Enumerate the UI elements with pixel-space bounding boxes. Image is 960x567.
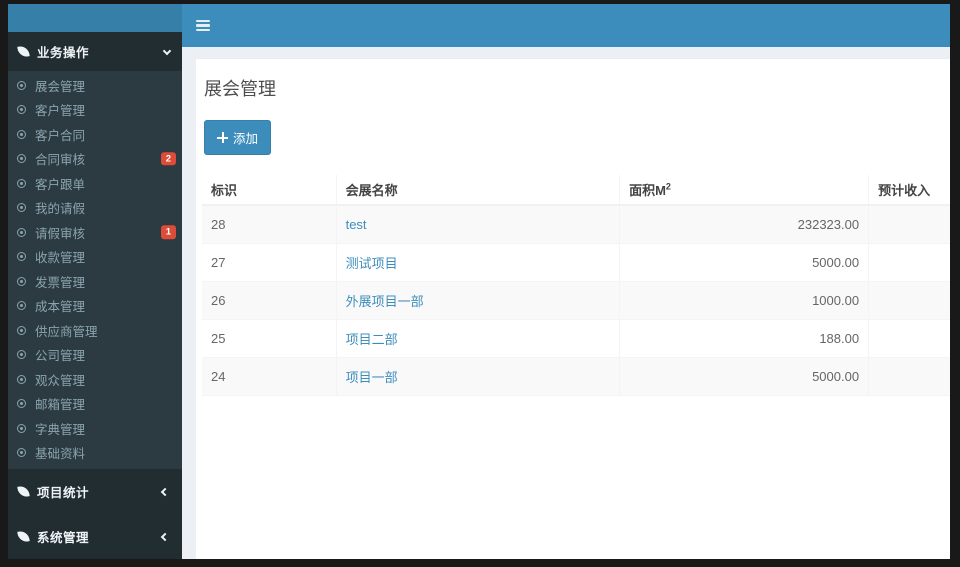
sidebar-logo-area	[8, 4, 182, 32]
dot-circle-icon	[17, 129, 26, 139]
sidebar-item-cost-mgmt[interactable]: 成本管理	[8, 294, 182, 319]
chevron-left-icon	[160, 487, 170, 496]
cell-id: 28	[202, 205, 337, 244]
table-row: 28 test 232323.00 3232.00 内展项目	[202, 205, 950, 244]
table-row: 27 测试项目 5000.00 100000.00 内展项目	[202, 243, 950, 282]
dot-circle-icon	[17, 252, 26, 262]
dot-circle-icon	[17, 399, 26, 409]
sidebar: 业务操作 展会管理 客户管理 客户合同 合同审核 2 客户跟单 我的请假 请假审…	[8, 4, 182, 559]
table-header-row: 标识 会展名称 面积M2 预计收入 实施部门	[202, 175, 950, 206]
cell-area: 5000.00	[619, 357, 870, 396]
exhibition-link[interactable]: 测试项目	[346, 256, 398, 271]
exhibition-link[interactable]: test	[346, 217, 367, 232]
table-row: 26 外展项目一部 1000.00 10000.00 外展项目	[202, 281, 950, 320]
cell-area: 232323.00	[619, 205, 870, 244]
content-panel: 展会管理 添加 标识 会展名称 面积M2 预计收入 28 test 232323…	[196, 58, 950, 559]
header-income: 预计收入	[868, 175, 950, 206]
sidebar-item-payment-mgmt[interactable]: 收款管理	[8, 245, 182, 270]
sidebar-item-customer-contract[interactable]: 客户合同	[8, 122, 182, 147]
exhibitions-table: 标识 会展名称 面积M2 预计收入 实施部门 28 test 232323.00	[202, 175, 950, 396]
chevron-down-icon	[162, 46, 172, 55]
sidebar-toggle-icon[interactable]	[196, 18, 214, 34]
cell-income: 10000.00	[868, 319, 950, 358]
cell-area: 1000.00	[619, 281, 870, 320]
main-area: 展会管理 添加 标识 会展名称 面积M2 预计收入 28 test 232323…	[182, 4, 950, 559]
header-area: 面积M2	[619, 175, 870, 206]
dot-circle-icon	[17, 178, 26, 188]
cell-id: 25	[202, 319, 337, 358]
dot-circle-icon	[17, 374, 26, 384]
sidebar-item-customer-mgmt[interactable]: 客户管理	[8, 98, 182, 123]
cell-area: 188.00	[619, 319, 870, 358]
sidebar-item-contract-review[interactable]: 合同审核 2	[8, 147, 182, 172]
dot-circle-icon	[17, 105, 26, 115]
exhibition-link[interactable]: 外展项目一部	[346, 294, 424, 309]
dot-circle-icon	[17, 154, 26, 164]
notification-badge: 1	[160, 225, 176, 239]
section-label: 系统管理	[37, 531, 90, 545]
sidebar-item-invoice-mgmt[interactable]: 发票管理	[8, 269, 182, 294]
header-name: 会展名称	[335, 175, 621, 206]
table-row: 24 项目一部 5000.00 100000.00 内展项目	[202, 357, 950, 396]
add-button[interactable]: 添加	[204, 120, 272, 155]
section-label: 项目统计	[37, 486, 90, 500]
sidebar-section-business-ops[interactable]: 业务操作	[8, 32, 182, 71]
sidebar-item-exhibition-mgmt[interactable]: 展会管理	[8, 73, 182, 98]
dot-circle-icon	[17, 448, 26, 458]
sidebar-item-basic-data[interactable]: 基础资料	[8, 441, 182, 466]
dot-circle-icon	[17, 350, 26, 360]
leaf-icon	[17, 45, 30, 58]
business-submenu: 展会管理 客户管理 客户合同 合同审核 2 客户跟单 我的请假 请假审核 1 收…	[8, 71, 182, 469]
notification-badge: 2	[160, 152, 176, 166]
content-area: 展会管理 添加 标识 会展名称 面积M2 预计收入 28 test 232323…	[182, 47, 950, 559]
header-id: 标识	[202, 175, 337, 206]
dot-circle-icon	[17, 423, 26, 433]
dot-circle-icon	[17, 325, 26, 335]
sidebar-item-my-leave[interactable]: 我的请假	[8, 196, 182, 221]
cell-id: 26	[202, 281, 337, 320]
cell-income: 3232.00	[868, 205, 950, 244]
sidebar-item-customer-followup[interactable]: 客户跟单	[8, 171, 182, 196]
cell-income: 100000.00	[868, 357, 950, 396]
sidebar-item-email-mgmt[interactable]: 邮箱管理	[8, 392, 182, 417]
add-button-label: 添加	[233, 132, 259, 146]
dot-circle-icon	[17, 203, 26, 213]
chevron-left-icon	[160, 532, 170, 541]
leaf-icon	[17, 485, 30, 498]
sidebar-item-dictionary-mgmt[interactable]: 字典管理	[8, 416, 182, 441]
dot-circle-icon	[17, 80, 26, 90]
exhibition-link[interactable]: 项目二部	[346, 332, 398, 347]
plus-icon	[217, 132, 228, 143]
sidebar-section-system-mgmt[interactable]: 系统管理	[8, 514, 182, 559]
sidebar-item-company-mgmt[interactable]: 公司管理	[8, 343, 182, 368]
sidebar-section-project-stats[interactable]: 项目统计	[8, 469, 182, 514]
dot-circle-icon	[17, 301, 26, 311]
topbar	[182, 4, 950, 47]
cell-income: 100000.00	[868, 243, 950, 282]
leaf-icon	[17, 530, 30, 543]
cell-id: 24	[202, 357, 337, 396]
section-label: 业务操作	[37, 46, 90, 60]
exhibition-link[interactable]: 项目一部	[346, 370, 398, 385]
sidebar-item-supplier-mgmt[interactable]: 供应商管理	[8, 318, 182, 343]
cell-id: 27	[202, 243, 337, 282]
cell-income: 10000.00	[868, 281, 950, 320]
cell-area: 5000.00	[619, 243, 870, 282]
sidebar-item-audience-mgmt[interactable]: 观众管理	[8, 367, 182, 392]
dot-circle-icon	[17, 276, 26, 286]
dot-circle-icon	[17, 227, 26, 237]
app-window: 业务操作 展会管理 客户管理 客户合同 合同审核 2 客户跟单 我的请假 请假审…	[8, 4, 950, 559]
sidebar-item-leave-review[interactable]: 请假审核 1	[8, 220, 182, 245]
table-row: 25 项目二部 188.00 10000.00 内展项目	[202, 319, 950, 358]
page-title: 展会管理	[204, 79, 276, 99]
